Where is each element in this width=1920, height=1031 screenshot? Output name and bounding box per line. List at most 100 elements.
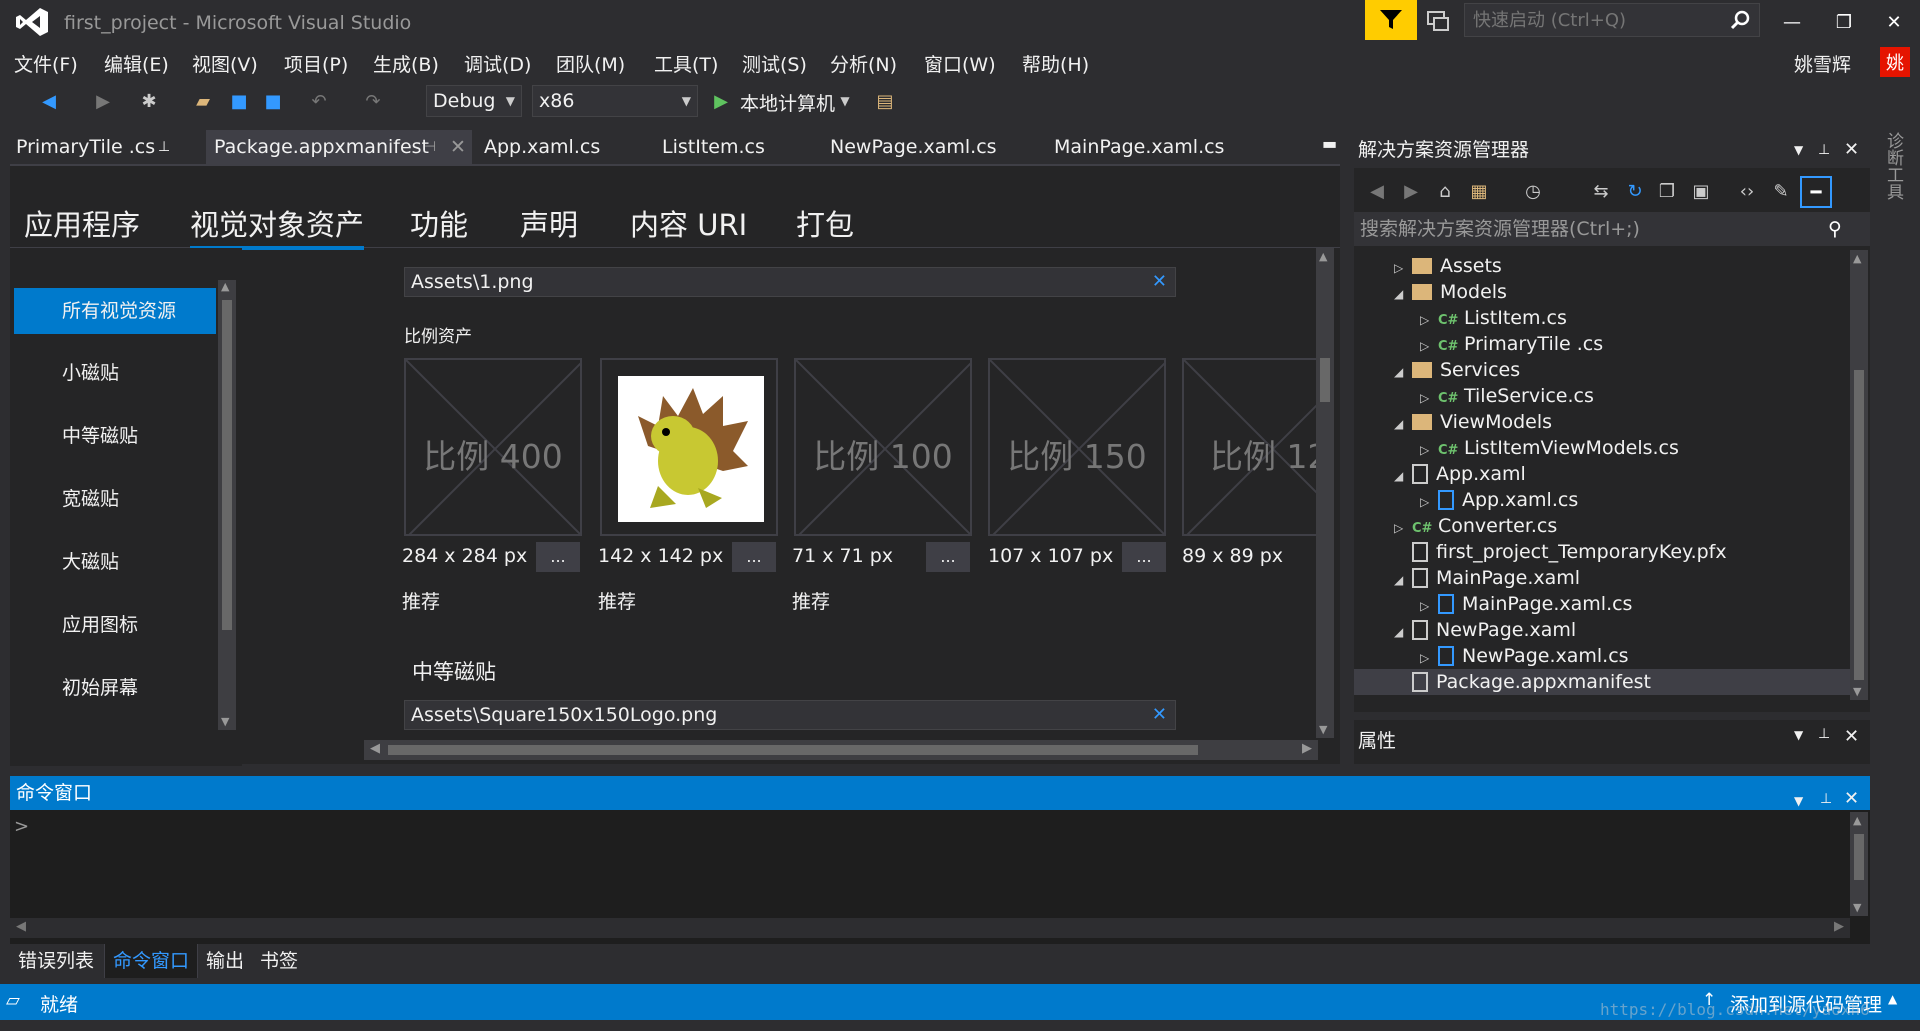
collapse-icon[interactable]: ◢: [1394, 411, 1412, 437]
close-icon[interactable]: ✕: [450, 130, 466, 164]
content-hscrollbar[interactable]: ◀ ▶: [364, 740, 1318, 760]
minimize-button[interactable]: —: [1770, 4, 1814, 40]
properties-wrench-icon[interactable]: ✎: [1768, 178, 1794, 204]
menu-tools[interactable]: 工具(T): [654, 50, 718, 77]
quick-launch-input[interactable]: [1465, 4, 1715, 36]
quick-launch-box[interactable]: [1464, 3, 1760, 37]
close-icon[interactable]: ✕: [1844, 132, 1859, 168]
chevron-down-icon[interactable]: ▼: [832, 88, 858, 114]
switch-views-icon[interactable]: ▦: [1466, 178, 1492, 204]
tree-item-models[interactable]: ◢ Models: [1394, 279, 1507, 305]
tab-application[interactable]: 应用程序: [24, 202, 140, 244]
scroll-down-icon[interactable]: ▼: [221, 715, 229, 728]
play-icon[interactable]: ▶: [708, 88, 734, 114]
scroll-up-icon[interactable]: ▲: [1853, 252, 1861, 265]
scroll-right-icon[interactable]: ▶: [1834, 919, 1844, 934]
collapse-all-icon[interactable]: ❐: [1654, 178, 1680, 204]
scale-125-slot[interactable]: 比例 12: [1182, 358, 1322, 536]
browse-button[interactable]: ...: [1122, 542, 1166, 572]
menu-help[interactable]: 帮助(H): [1022, 50, 1089, 77]
tab-overflow-icon[interactable]: ▬: [1322, 134, 1337, 153]
menu-build[interactable]: 生成(B): [373, 50, 439, 77]
expand-icon[interactable]: ▷: [1420, 645, 1438, 671]
tree-item-converter-cs[interactable]: ▷ C# Converter.cs: [1394, 513, 1557, 539]
tab-primarytile[interactable]: PrimaryTile .cs ⊥: [8, 130, 172, 164]
command-prompt[interactable]: >: [14, 816, 29, 837]
medium-tile-path-field[interactable]: Assets\Square150x150Logo.png ✕: [404, 700, 1176, 730]
command-scrollbar[interactable]: ▲ ▼: [1850, 812, 1868, 916]
show-all-files-icon[interactable]: ▣: [1688, 178, 1714, 204]
expand-icon[interactable]: ▷: [1420, 307, 1438, 333]
solution-search-box[interactable]: 搜索解决方案资源管理器(Ctrl+;) ⚲: [1354, 212, 1870, 246]
nav-all-visual-assets[interactable]: 所有视觉资源: [14, 288, 216, 334]
avatar[interactable]: 姚: [1880, 47, 1910, 77]
expand-icon[interactable]: ▷: [1420, 593, 1438, 619]
browse-button[interactable]: ...: [926, 542, 970, 572]
scroll-up-icon[interactable]: ▲: [221, 280, 229, 293]
tree-item-mainpage-xaml-cs[interactable]: ▷ MainPage.xaml.cs: [1420, 591, 1632, 617]
nav-splash-screen[interactable]: 初始屏幕: [14, 665, 216, 711]
platform-select[interactable]: x86 ▼: [532, 85, 698, 117]
pin-icon[interactable]: ⊥: [158, 130, 170, 164]
menu-analyze[interactable]: 分析(N): [830, 50, 897, 77]
asset-path-field[interactable]: Assets\1.png ✕: [404, 267, 1176, 297]
tree-item-assets[interactable]: ▷ Assets: [1394, 253, 1502, 279]
scroll-down-icon[interactable]: ▼: [1853, 901, 1861, 914]
collapse-icon[interactable]: ◢: [1394, 281, 1412, 307]
pin-icon[interactable]: ⊣: [424, 130, 436, 164]
tree-item-app-xaml[interactable]: ◢ App.xaml: [1394, 461, 1526, 487]
scroll-thumb[interactable]: [222, 300, 232, 630]
chevron-up-icon[interactable]: ▲: [1888, 992, 1897, 1006]
close-icon[interactable]: ✕: [1844, 782, 1859, 816]
browse-button[interactable]: ...: [732, 542, 776, 572]
clear-icon[interactable]: ✕: [1152, 701, 1167, 729]
scroll-up-icon[interactable]: ▲: [1853, 814, 1861, 827]
feedback-icon[interactable]: [1422, 6, 1454, 36]
collapse-icon[interactable]: ◢: [1394, 619, 1412, 645]
close-button[interactable]: ✕: [1872, 4, 1916, 40]
menu-view[interactable]: 视图(V): [192, 50, 258, 77]
tree-item-newpage-xaml[interactable]: ◢ NewPage.xaml: [1394, 617, 1576, 643]
pin-icon[interactable]: ⊥: [1818, 132, 1830, 168]
expand-icon[interactable]: ▷: [1420, 385, 1438, 411]
forward-icon[interactable]: ▶: [1398, 178, 1424, 204]
clear-icon[interactable]: ✕: [1152, 268, 1167, 296]
nav-small-tile[interactable]: 小磁贴: [14, 350, 216, 396]
menu-file[interactable]: 文件(F): [14, 50, 78, 77]
menu-test[interactable]: 测试(S): [742, 50, 807, 77]
open-file-icon[interactable]: ▰: [190, 88, 216, 114]
diagnostic-tools-side-tab[interactable]: 诊断工具: [1882, 132, 1906, 200]
notification-filter-button[interactable]: [1365, 0, 1417, 40]
save-all-icon[interactable]: ■: [260, 88, 286, 114]
chevron-down-icon[interactable]: ▼: [1794, 132, 1803, 168]
search-icon[interactable]: ⚲: [1828, 212, 1842, 246]
menu-team[interactable]: 团队(M): [556, 50, 625, 77]
restore-button[interactable]: ❐: [1822, 4, 1866, 40]
menu-debug[interactable]: 调试(D): [464, 50, 531, 77]
tab-capabilities[interactable]: 功能: [410, 202, 468, 244]
scroll-thumb[interactable]: [1320, 358, 1330, 402]
expand-icon[interactable]: ▷: [1420, 333, 1438, 359]
tree-item-viewmodels[interactable]: ◢ ViewModels: [1394, 409, 1552, 435]
expand-icon[interactable]: ▷: [1420, 489, 1438, 515]
solution-scrollbar[interactable]: ▲ ▼: [1850, 250, 1868, 700]
tab-error-list[interactable]: 错误列表: [10, 944, 102, 978]
scale-200-slot[interactable]: [600, 358, 778, 536]
scale-100-slot[interactable]: 比例 100: [794, 358, 972, 536]
scroll-thumb[interactable]: [1854, 834, 1864, 880]
redo-icon[interactable]: ↷: [360, 88, 386, 114]
tab-bookmarks[interactable]: 书签: [252, 944, 306, 978]
collapse-icon[interactable]: ◢: [1394, 463, 1412, 489]
tab-command-window[interactable]: 命令窗口: [104, 944, 199, 978]
collapse-icon[interactable]: ◢: [1394, 567, 1412, 593]
tree-item-listitemviewmodels-cs[interactable]: ▷ C# ListItemViewModels.cs: [1420, 435, 1679, 461]
tree-item-mainpage-xaml[interactable]: ◢ MainPage.xaml: [1394, 565, 1580, 591]
forward-icon[interactable]: ▶: [90, 88, 116, 114]
tree-item-tileservice-cs[interactable]: ▷ C# TileService.cs: [1420, 383, 1594, 409]
expand-icon[interactable]: ▷: [1394, 255, 1412, 281]
back-icon[interactable]: ◀: [36, 88, 62, 114]
pending-changes-icon[interactable]: ◷: [1520, 178, 1546, 204]
collapse-icon[interactable]: ◢: [1394, 359, 1412, 385]
scale-400-slot[interactable]: 比例 400: [404, 358, 582, 536]
save-icon[interactable]: ■: [226, 88, 252, 114]
